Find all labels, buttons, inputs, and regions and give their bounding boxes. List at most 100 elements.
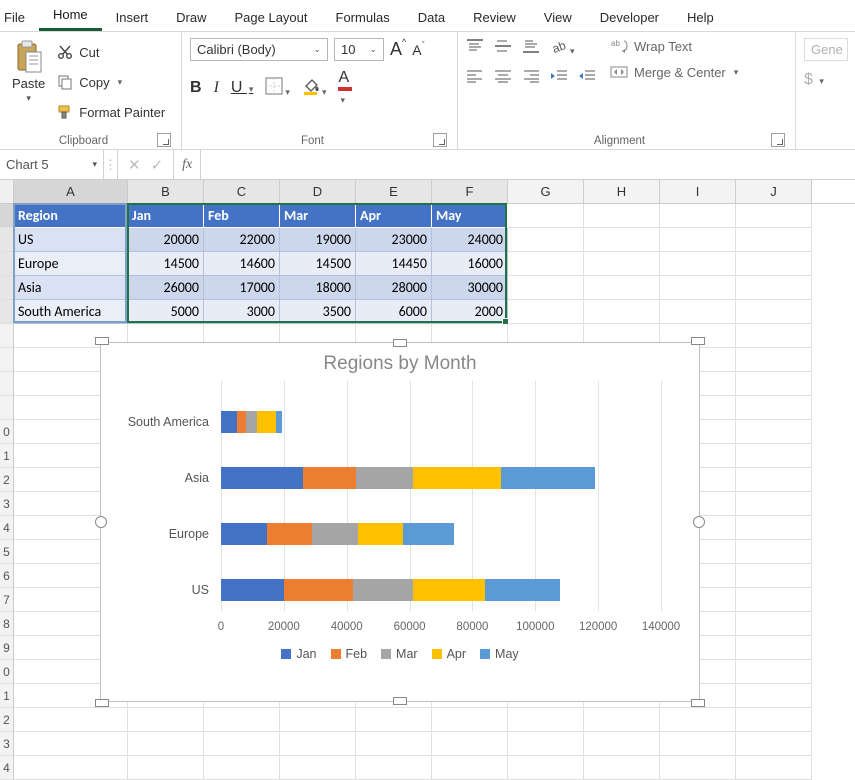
- row-header[interactable]: 1: [0, 684, 14, 708]
- cell[interactable]: 22000: [204, 228, 280, 252]
- column-header-C[interactable]: C: [204, 180, 280, 203]
- column-header-F[interactable]: F: [432, 180, 508, 203]
- cell[interactable]: [660, 732, 736, 756]
- cell[interactable]: 3500: [280, 300, 356, 324]
- cell[interactable]: [584, 204, 660, 228]
- cell[interactable]: [736, 612, 812, 636]
- chart-resize-handle[interactable]: [393, 339, 407, 347]
- cell[interactable]: [660, 252, 736, 276]
- cell[interactable]: [584, 708, 660, 732]
- cell[interactable]: [660, 300, 736, 324]
- decrease-font-size-button[interactable]: Aˇ: [412, 42, 424, 58]
- chart-legend-item[interactable]: Jan: [281, 647, 316, 661]
- row-header[interactable]: 2: [0, 708, 14, 732]
- chart-legend-item[interactable]: Apr: [432, 647, 466, 661]
- chart-object[interactable]: Regions by Month020000400006000080000100…: [100, 342, 700, 702]
- copy-button[interactable]: Copy ▾: [57, 70, 165, 94]
- cell[interactable]: [736, 372, 812, 396]
- row-header[interactable]: [0, 276, 14, 300]
- row-header[interactable]: 8: [0, 612, 14, 636]
- increase-indent-button[interactable]: [578, 69, 596, 86]
- align-left-button[interactable]: [466, 69, 484, 86]
- tab-review[interactable]: Review: [459, 4, 530, 31]
- cell[interactable]: [736, 732, 812, 756]
- column-header-A[interactable]: A: [14, 180, 128, 203]
- tab-developer[interactable]: Developer: [586, 4, 673, 31]
- font-name-select[interactable]: Calibri (Body) ⌄: [190, 38, 328, 61]
- column-header-G[interactable]: G: [508, 180, 584, 203]
- cut-button[interactable]: Cut: [57, 40, 165, 64]
- row-header[interactable]: [0, 372, 14, 396]
- cell[interactable]: [584, 252, 660, 276]
- cell[interactable]: 18000: [280, 276, 356, 300]
- row-header[interactable]: 0: [0, 660, 14, 684]
- chart-title[interactable]: Regions by Month: [101, 343, 699, 381]
- font-color-button[interactable]: A▾: [338, 69, 352, 106]
- row-header[interactable]: 4: [0, 516, 14, 540]
- cell[interactable]: [660, 756, 736, 780]
- cell[interactable]: [584, 228, 660, 252]
- cell[interactable]: 5000: [128, 300, 204, 324]
- align-middle-button[interactable]: [494, 38, 512, 57]
- cell[interactable]: [736, 348, 812, 372]
- cell[interactable]: Jan: [128, 204, 204, 228]
- italic-button[interactable]: I: [214, 79, 219, 97]
- cell[interactable]: 24000: [432, 228, 508, 252]
- cell[interactable]: Apr: [356, 204, 432, 228]
- cell[interactable]: [128, 756, 204, 780]
- column-header-E[interactable]: E: [356, 180, 432, 203]
- cell[interactable]: [736, 540, 812, 564]
- merge-center-button[interactable]: Merge & Center ▾: [610, 64, 738, 80]
- chart-resize-handle[interactable]: [95, 516, 107, 528]
- tab-file[interactable]: File: [4, 4, 39, 31]
- cell[interactable]: Region: [14, 204, 128, 228]
- cell[interactable]: [432, 708, 508, 732]
- column-header-J[interactable]: J: [736, 180, 812, 203]
- cell[interactable]: 14600: [204, 252, 280, 276]
- cell[interactable]: [736, 324, 812, 348]
- chart-resize-handle[interactable]: [95, 699, 109, 707]
- align-top-button[interactable]: [466, 38, 484, 57]
- chart-bar[interactable]: [221, 579, 560, 601]
- decrease-indent-button[interactable]: [550, 69, 568, 86]
- tab-draw[interactable]: Draw: [162, 4, 220, 31]
- tab-page-layout[interactable]: Page Layout: [221, 4, 322, 31]
- cell[interactable]: [356, 708, 432, 732]
- tab-view[interactable]: View: [530, 4, 586, 31]
- cell[interactable]: [584, 756, 660, 780]
- cell[interactable]: [204, 756, 280, 780]
- chart-resize-handle[interactable]: [693, 516, 705, 528]
- dialog-launcher-font[interactable]: [433, 133, 447, 147]
- cell[interactable]: 6000: [356, 300, 432, 324]
- column-header-H[interactable]: H: [584, 180, 660, 203]
- cell[interactable]: [584, 300, 660, 324]
- cell[interactable]: [356, 756, 432, 780]
- bold-button[interactable]: B: [190, 79, 202, 97]
- chart-legend[interactable]: JanFebMarAprMay: [101, 641, 699, 671]
- cell[interactable]: Feb: [204, 204, 280, 228]
- cell[interactable]: [736, 564, 812, 588]
- cell[interactable]: US: [14, 228, 128, 252]
- tab-formulas[interactable]: Formulas: [322, 4, 404, 31]
- cell[interactable]: [736, 396, 812, 420]
- column-header-I[interactable]: I: [660, 180, 736, 203]
- cell[interactable]: 3000: [204, 300, 280, 324]
- chart-plot-area[interactable]: 020000400006000080000100000120000140000S…: [221, 381, 669, 641]
- cell[interactable]: [14, 756, 128, 780]
- chart-resize-handle[interactable]: [691, 337, 705, 345]
- cell[interactable]: [508, 756, 584, 780]
- align-bottom-button[interactable]: [522, 38, 540, 57]
- cell[interactable]: [204, 708, 280, 732]
- cell[interactable]: [736, 300, 812, 324]
- cell[interactable]: Asia: [14, 276, 128, 300]
- row-header[interactable]: 5: [0, 540, 14, 564]
- cell[interactable]: 23000: [356, 228, 432, 252]
- cell[interactable]: [508, 204, 584, 228]
- chart-legend-item[interactable]: Mar: [381, 647, 418, 661]
- chart-resize-handle[interactable]: [393, 697, 407, 705]
- cell[interactable]: May: [432, 204, 508, 228]
- cell[interactable]: [736, 492, 812, 516]
- cell[interactable]: 16000: [432, 252, 508, 276]
- cell[interactable]: [508, 228, 584, 252]
- cell[interactable]: [736, 516, 812, 540]
